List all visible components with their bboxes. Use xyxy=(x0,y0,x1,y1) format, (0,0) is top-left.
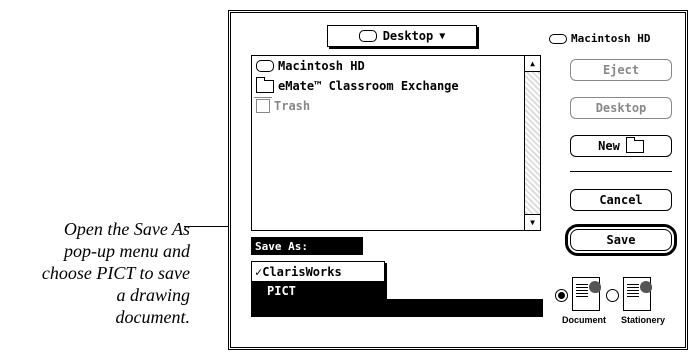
menu-item-label: ClarisWorks xyxy=(262,264,342,279)
volume-indicator: Macintosh HD xyxy=(549,32,650,45)
list-item[interactable]: eMate™ Classroom Exchange xyxy=(252,76,540,96)
filename-field[interactable] xyxy=(251,299,543,317)
hard-disk-icon xyxy=(256,60,274,72)
folder-icon xyxy=(625,136,644,153)
eject-button[interactable]: Eject xyxy=(570,59,672,81)
divider xyxy=(570,171,672,172)
menu-item-label: PICT xyxy=(267,283,296,298)
checkmark-icon: ✓ xyxy=(255,264,263,279)
save-dialog: Desktop ▼ Macintosh HD Macintosh HD eMat… xyxy=(228,10,688,350)
save-as-popup-menu[interactable]: Save As: xyxy=(251,237,363,255)
list-item-label: Macintosh HD xyxy=(278,59,365,73)
folder-popup-menu[interactable]: Desktop ▼ xyxy=(327,25,477,47)
stationery-icon xyxy=(623,277,652,311)
instruction-caption: Open the Save As pop-up menu and choose … xyxy=(0,218,190,328)
caption-line: Open the Save As xyxy=(63,219,190,239)
menu-item-clarisworks[interactable]: ✓ ClarisWorks xyxy=(252,262,384,281)
trash-icon xyxy=(254,97,272,113)
desktop-button[interactable]: Desktop xyxy=(570,97,672,119)
list-item[interactable]: Macintosh HD xyxy=(252,56,540,76)
folder-icon xyxy=(256,76,274,93)
document-label: Document xyxy=(561,315,606,325)
save-button[interactable]: Save xyxy=(565,224,677,256)
list-item-label: eMate™ Classroom Exchange xyxy=(278,79,459,93)
cancel-button-label: Cancel xyxy=(599,193,643,207)
scroll-up-arrow-icon[interactable]: ▲ xyxy=(525,56,540,72)
new-folder-button-label: New xyxy=(598,139,620,153)
save-as-menu: ✓ ClarisWorks PICT xyxy=(251,261,385,301)
scroll-down-arrow-icon[interactable]: ▼ xyxy=(525,214,540,230)
caption-line: choose PICT to save xyxy=(41,263,190,283)
stationery-radio[interactable] xyxy=(606,289,619,302)
eject-button-label: Eject xyxy=(602,63,640,77)
caption-line: pop-up menu and xyxy=(64,241,190,261)
document-radio[interactable] xyxy=(555,289,568,302)
scrollbar[interactable]: ▲ ▼ xyxy=(524,56,540,230)
volume-name: Macintosh HD xyxy=(571,32,651,45)
desktop-button-label: Desktop xyxy=(595,101,647,115)
document-icon xyxy=(572,277,601,311)
caption-line: document. xyxy=(115,307,190,327)
save-as-label: Save As: xyxy=(255,239,308,253)
cancel-button[interactable]: Cancel xyxy=(570,189,672,211)
list-item[interactable]: Trash xyxy=(252,96,540,116)
folder-popup-label: Desktop xyxy=(382,29,434,43)
menu-item-pict[interactable]: PICT xyxy=(252,281,384,300)
caption-line: a drawing xyxy=(116,285,190,305)
new-folder-button[interactable]: New xyxy=(570,135,672,157)
chevron-down-icon: ▼ xyxy=(439,30,446,42)
hard-disk-icon xyxy=(549,33,567,44)
list-item-label: Trash xyxy=(274,99,311,113)
file-list[interactable]: Macintosh HD eMate™ Classroom Exchange T… xyxy=(251,55,541,231)
stationery-label: Stationery xyxy=(620,315,665,325)
save-button-label: Save xyxy=(606,233,636,247)
desktop-disk-icon xyxy=(358,30,377,42)
